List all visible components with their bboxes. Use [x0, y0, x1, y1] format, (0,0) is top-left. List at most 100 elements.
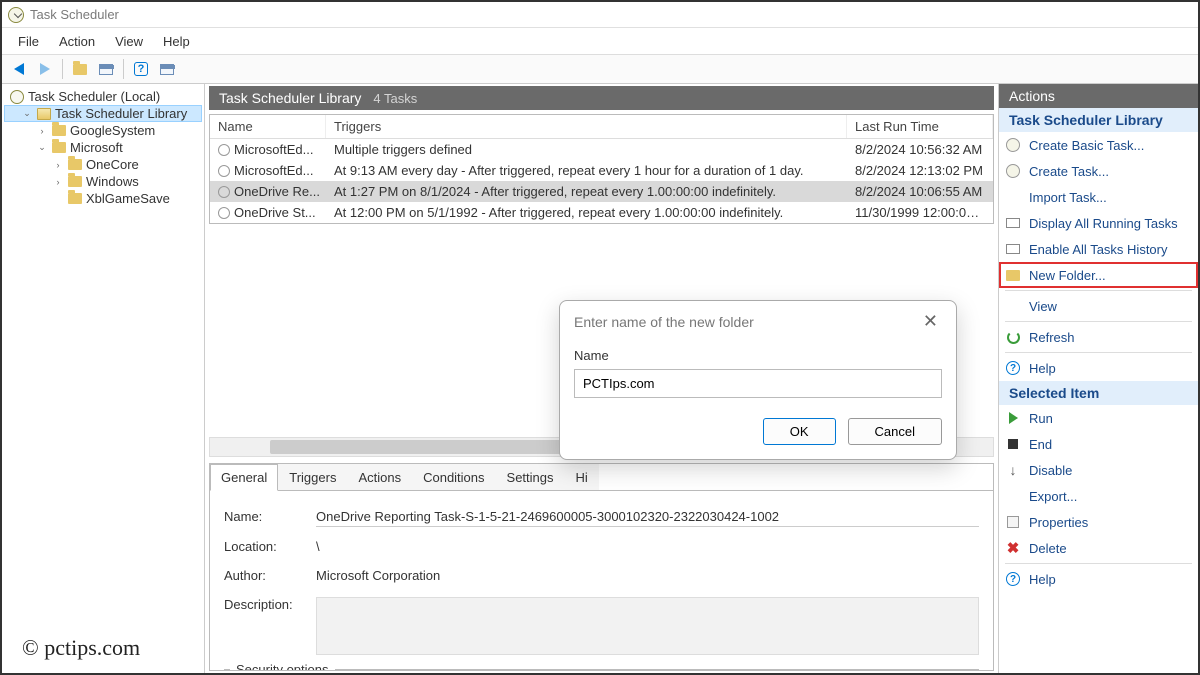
- action-display-running[interactable]: Display All Running Tasks: [999, 210, 1198, 236]
- action-enable-history[interactable]: Enable All Tasks History: [999, 236, 1198, 262]
- panel-button[interactable]: [94, 57, 118, 81]
- actions-header: Actions: [999, 84, 1198, 108]
- action-separator: [1005, 352, 1192, 353]
- tree-item-onecore[interactable]: › OneCore: [4, 156, 202, 173]
- details-tabs: General Triggers Actions Conditions Sett…: [210, 464, 993, 491]
- export-icon: [1005, 488, 1021, 504]
- tab-history[interactable]: Hi: [565, 464, 599, 490]
- action-help-2[interactable]: ?Help: [999, 566, 1198, 592]
- col-triggers[interactable]: Triggers: [326, 115, 847, 138]
- menu-help[interactable]: Help: [153, 32, 200, 51]
- tab-actions[interactable]: Actions: [347, 464, 412, 490]
- toolbar: ?: [2, 54, 1198, 84]
- run-button[interactable]: [155, 57, 179, 81]
- task-details: General Triggers Actions Conditions Sett…: [209, 463, 994, 672]
- security-options-label: Security options: [230, 662, 335, 672]
- action-separator: [1005, 290, 1192, 291]
- tab-settings[interactable]: Settings: [496, 464, 565, 490]
- folder-button[interactable]: [68, 57, 92, 81]
- expand-icon[interactable]: ›: [52, 177, 64, 187]
- task-time: 8/2/2024 10:56:32 AM: [847, 141, 993, 158]
- action-create-task[interactable]: Create Task...: [999, 158, 1198, 184]
- action-new-folder[interactable]: New Folder...: [999, 262, 1198, 288]
- action-properties[interactable]: Properties: [999, 509, 1198, 535]
- menu-view[interactable]: View: [105, 32, 153, 51]
- task-row[interactable]: MicrosoftEd... Multiple triggers defined…: [210, 139, 993, 160]
- watermark: © pctips.com: [16, 633, 146, 663]
- window-icon: [160, 64, 174, 75]
- library-icon: [37, 108, 51, 120]
- security-options: Security options: [224, 669, 979, 672]
- dialog-close-button[interactable]: ✕: [919, 311, 942, 332]
- tree-library[interactable]: ⌄ Task Scheduler Library: [4, 105, 202, 122]
- action-view[interactable]: View: [999, 293, 1198, 319]
- detail-location-label: Location:: [224, 539, 316, 556]
- dialog-title: Enter name of the new folder: [574, 314, 754, 330]
- task-trigger: At 9:13 AM every day - After triggered, …: [326, 162, 847, 179]
- action-help[interactable]: ?Help: [999, 355, 1198, 381]
- properties-icon: [1005, 514, 1021, 530]
- expand-icon[interactable]: ›: [36, 126, 48, 136]
- task-name: MicrosoftEd...: [234, 142, 313, 157]
- action-refresh[interactable]: Refresh: [999, 324, 1198, 350]
- tree-root[interactable]: Task Scheduler (Local): [4, 88, 202, 105]
- action-label: Display All Running Tasks: [1029, 216, 1178, 231]
- action-label: Create Task...: [1029, 164, 1109, 179]
- menubar: File Action View Help: [2, 28, 1198, 54]
- cancel-button[interactable]: Cancel: [848, 418, 942, 445]
- end-icon: [1005, 436, 1021, 452]
- action-run[interactable]: Run: [999, 405, 1198, 431]
- running-icon: [1005, 215, 1021, 231]
- ok-button[interactable]: OK: [763, 418, 836, 445]
- action-export[interactable]: Export...: [999, 483, 1198, 509]
- tree-item-windows[interactable]: › Windows: [4, 173, 202, 190]
- collapse-icon[interactable]: ⌄: [36, 142, 48, 153]
- tab-conditions[interactable]: Conditions: [412, 464, 495, 490]
- action-label: Create Basic Task...: [1029, 138, 1144, 153]
- folder-name-input[interactable]: [574, 369, 942, 398]
- action-label: Run: [1029, 411, 1053, 426]
- action-end[interactable]: End: [999, 431, 1198, 457]
- task-row[interactable]: OneDrive Re... At 1:27 PM on 8/1/2024 - …: [210, 181, 993, 202]
- tree-item-googlesystem[interactable]: › GoogleSystem: [4, 122, 202, 139]
- action-delete[interactable]: ✖Delete: [999, 535, 1198, 561]
- new-folder-dialog: Enter name of the new folder ✕ Name OK C…: [559, 300, 957, 460]
- help-icon: ?: [1005, 360, 1021, 376]
- help-button[interactable]: ?: [129, 57, 153, 81]
- action-separator: [1005, 321, 1192, 322]
- refresh-icon: [1005, 329, 1021, 345]
- menu-action[interactable]: Action: [49, 32, 105, 51]
- tab-triggers[interactable]: Triggers: [278, 464, 347, 490]
- action-disable[interactable]: ↓Disable: [999, 457, 1198, 483]
- expand-icon[interactable]: ⌄: [21, 108, 33, 119]
- tree-item-label: Microsoft: [70, 140, 123, 155]
- col-name[interactable]: Name: [210, 115, 326, 138]
- action-label: Import Task...: [1029, 190, 1107, 205]
- window-title: Task Scheduler: [30, 7, 119, 22]
- action-label: Disable: [1029, 463, 1072, 478]
- task-trigger: At 12:00 PM on 5/1/1992 - After triggere…: [326, 204, 847, 221]
- tree-item-xblgamesave[interactable]: XblGameSave: [4, 190, 202, 207]
- tree-item-microsoft[interactable]: ⌄ Microsoft: [4, 139, 202, 156]
- action-label: New Folder...: [1029, 268, 1106, 283]
- clock-icon: [10, 90, 24, 104]
- task-row[interactable]: MicrosoftEd... At 9:13 AM every day - Af…: [210, 160, 993, 181]
- task-row[interactable]: OneDrive St... At 12:00 PM on 5/1/1992 -…: [210, 202, 993, 223]
- task-list: Name Triggers Last Run Time MicrosoftEd.…: [209, 114, 994, 224]
- task-name: OneDrive Re...: [234, 184, 320, 199]
- tree-root-label: Task Scheduler (Local): [28, 89, 160, 104]
- task-name: OneDrive St...: [234, 205, 316, 220]
- forward-button[interactable]: [33, 57, 57, 81]
- task-clock-icon: [218, 186, 230, 198]
- back-button[interactable]: [7, 57, 31, 81]
- expand-icon[interactable]: ›: [52, 160, 64, 170]
- tab-general[interactable]: General: [210, 464, 278, 491]
- menu-file[interactable]: File: [8, 32, 49, 51]
- actions-section-library: Task Scheduler Library: [999, 108, 1198, 132]
- task-clock-icon: [218, 207, 230, 219]
- col-last-run[interactable]: Last Run Time: [847, 115, 993, 138]
- action-label: Export...: [1029, 489, 1077, 504]
- import-icon: [1005, 189, 1021, 205]
- action-create-basic-task[interactable]: Create Basic Task...: [999, 132, 1198, 158]
- action-import-task[interactable]: Import Task...: [999, 184, 1198, 210]
